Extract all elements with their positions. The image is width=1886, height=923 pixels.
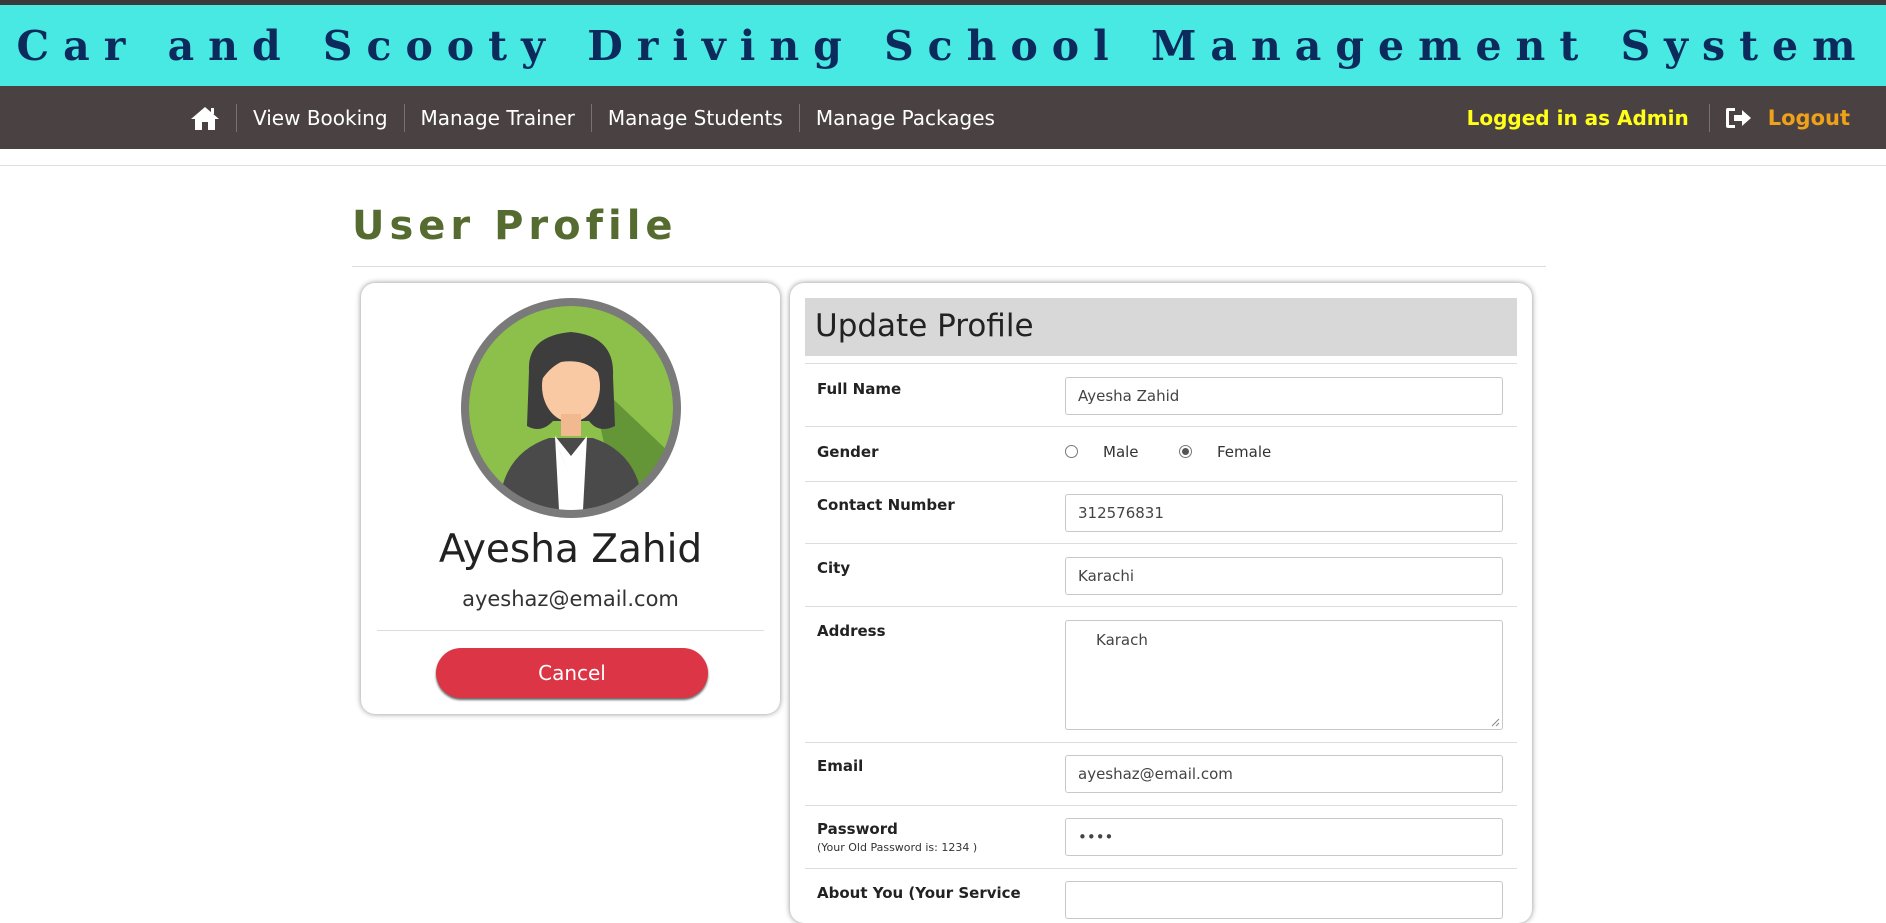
about-input[interactable] (1065, 881, 1503, 919)
nav-divider (1708, 103, 1710, 132)
city-input[interactable]: Karachi (1065, 557, 1503, 595)
form-header: Update Profile (805, 298, 1517, 356)
title-divider (352, 266, 1546, 267)
nav-left: View Booking Manage Trainer Manage Stude… (190, 86, 1011, 149)
contact-label: Contact Number (817, 496, 955, 514)
contact-input[interactable]: 312576831 (1065, 494, 1503, 532)
gender-female-radio[interactable] (1179, 445, 1192, 458)
row-divider (805, 742, 1517, 743)
resize-grip-icon[interactable] (1490, 717, 1500, 727)
full-name-input[interactable]: Ayesha Zahid (1065, 377, 1503, 415)
email-label: Email (817, 757, 864, 775)
gender-female-label: Female (1217, 443, 1272, 461)
row-divider (805, 868, 1517, 869)
row-divider (805, 543, 1517, 544)
nav-manage-packages[interactable]: Manage Packages (800, 106, 1011, 130)
nav-right: Logged in as Admin Logout (1467, 86, 1850, 149)
address-value: Karach (1096, 631, 1148, 649)
gender-male-radio[interactable] (1065, 445, 1078, 458)
navbar: View Booking Manage Trainer Manage Stude… (0, 86, 1886, 149)
password-hint: (Your Old Password is: 1234 ) (817, 841, 978, 854)
sign-out-icon[interactable] (1724, 104, 1754, 132)
address-label: Address (817, 622, 886, 640)
home-icon[interactable] (190, 104, 220, 132)
form-heading: Update Profile (815, 308, 1034, 344)
site-banner: Car and Scooty Driving School Management… (0, 5, 1886, 86)
password-label: Password (817, 820, 898, 838)
row-divider (805, 481, 1517, 482)
row-divider (805, 363, 1517, 364)
cancel-button[interactable]: Cancel (436, 648, 708, 698)
card-divider (377, 630, 764, 631)
logged-in-label: Logged in as Admin (1466, 105, 1689, 130)
row-divider (805, 426, 1517, 427)
profile-name: Ayesha Zahid (438, 527, 703, 572)
email-input[interactable]: ayeshaz@email.com (1065, 755, 1503, 793)
nav-view-booking[interactable]: View Booking (237, 106, 404, 130)
avatar-image (469, 306, 673, 510)
profile-email: ayeshaz@email.com (462, 587, 679, 611)
nav-manage-students[interactable]: Manage Students (592, 106, 799, 130)
nav-manage-trainer[interactable]: Manage Trainer (405, 106, 591, 130)
divider (0, 165, 1886, 166)
avatar (461, 298, 681, 518)
city-label: City (817, 559, 851, 577)
logout-link[interactable]: Logout (1768, 106, 1850, 130)
full-name-label: Full Name (817, 380, 902, 398)
profile-card: Ayesha Zahid ayeshaz@email.com Cancel (361, 283, 780, 714)
update-profile-card: Update Profile Full Name Ayesha Zahid Ge… (790, 283, 1532, 923)
address-textarea[interactable]: Karach (1065, 620, 1503, 730)
gender-label: Gender (817, 443, 879, 461)
row-divider (805, 606, 1517, 607)
site-title: Car and Scooty Driving School Management… (16, 21, 1870, 70)
about-label: About You (Your Service (817, 884, 1021, 902)
row-divider (805, 805, 1517, 806)
password-input[interactable]: •••• (1065, 818, 1503, 856)
page-title: User Profile (352, 203, 678, 249)
gender-male-label: Male (1103, 443, 1139, 461)
